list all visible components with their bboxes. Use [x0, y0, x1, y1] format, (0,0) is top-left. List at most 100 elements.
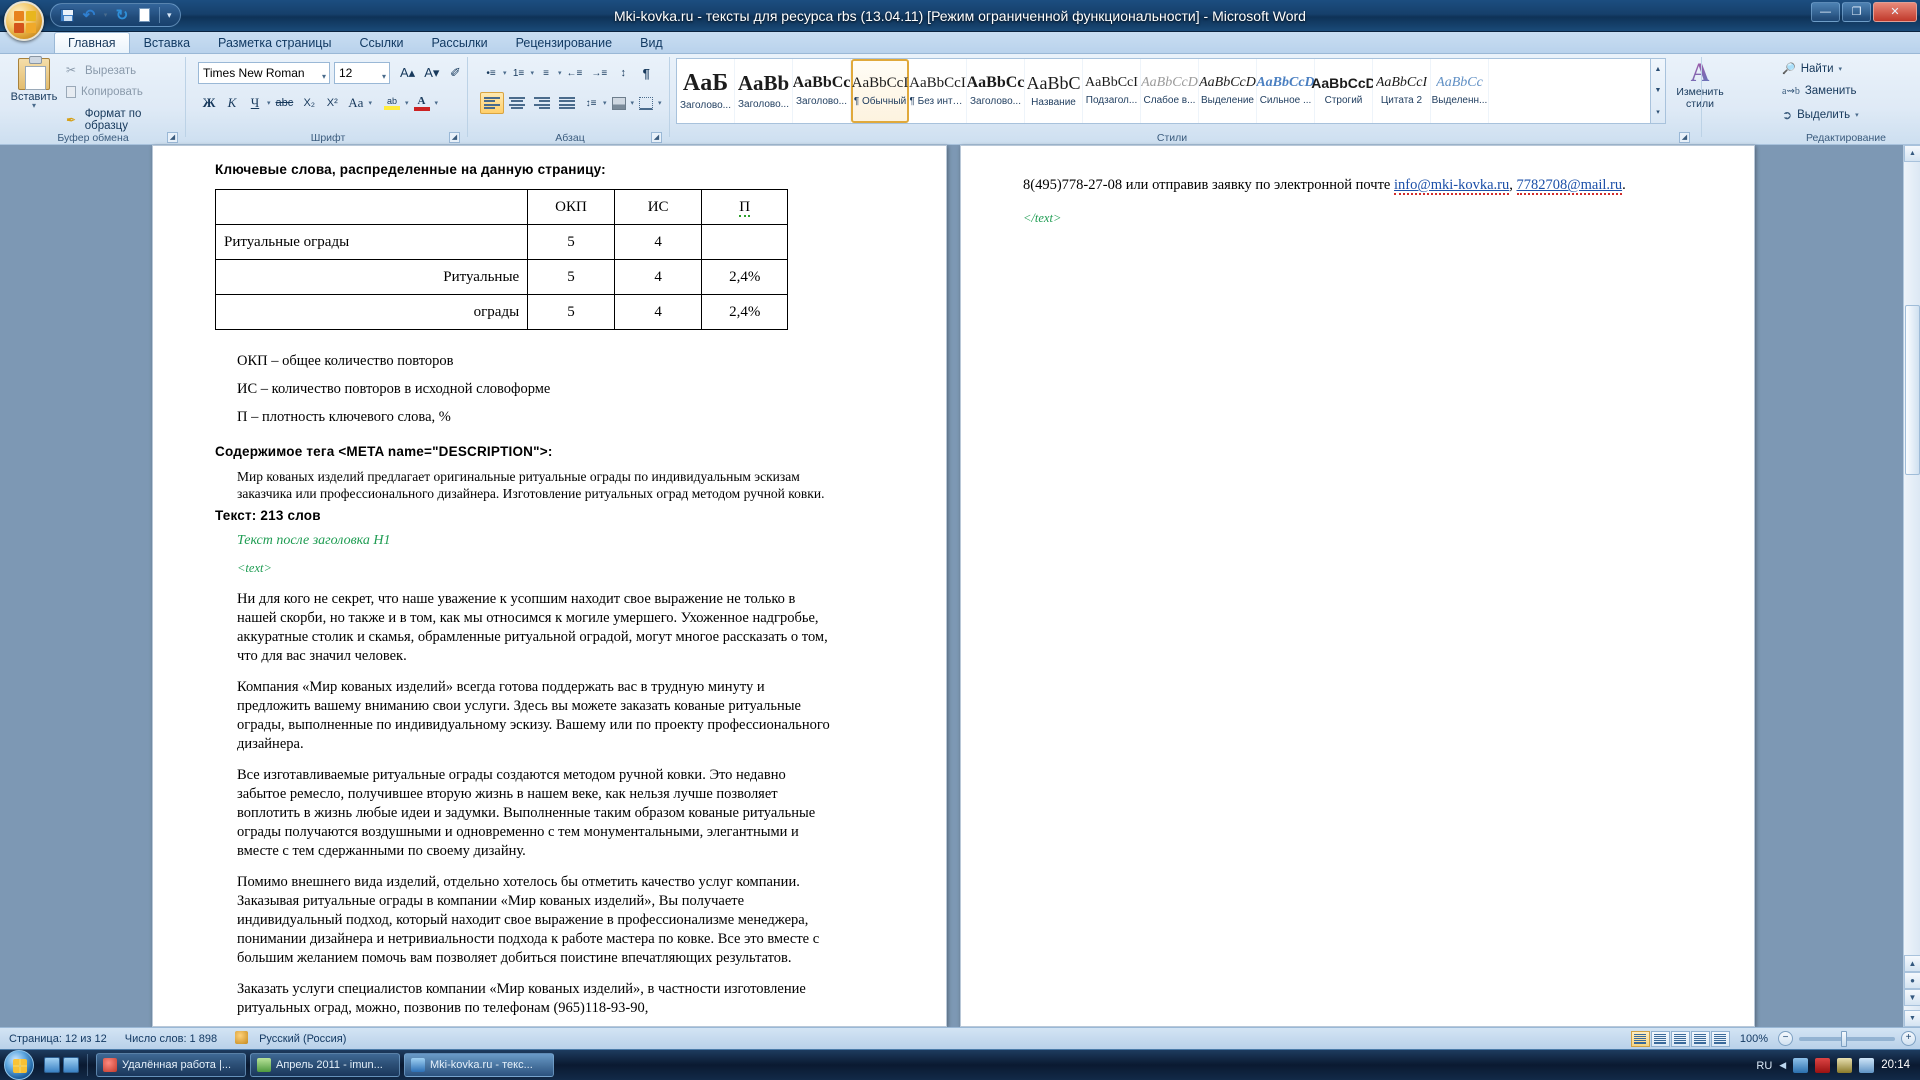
show-desktop-icon[interactable] — [44, 1057, 60, 1073]
keywords-table[interactable]: ОКП ИС П Ритуальные ограды 5 4 Ритуальны… — [215, 189, 788, 330]
gallery-scroll-up-icon[interactable]: ▲ — [1655, 66, 1662, 73]
line-spacing-button[interactable]: ↕≡ — [580, 92, 602, 114]
line-spacing-dropdown[interactable]: ▾ — [603, 99, 607, 107]
style-item[interactable]: AaBbCcDСтрогий — [1315, 59, 1373, 123]
numbering-dropdown[interactable]: ▾ — [531, 69, 535, 77]
align-left-button[interactable] — [480, 92, 504, 114]
start-button[interactable] — [4, 1050, 34, 1080]
new-document-button[interactable] — [134, 5, 154, 25]
status-language[interactable]: Русский (Россия) — [250, 1033, 355, 1045]
font-name-combobox[interactable]: Times New Roman ▾ — [198, 62, 330, 84]
style-item-normal[interactable]: AaBbCcI¶ Обычный — [851, 59, 909, 123]
decrease-indent-button[interactable]: ←≡ — [563, 62, 587, 84]
full-screen-reading-view-button[interactable] — [1651, 1031, 1670, 1047]
volume-icon[interactable] — [1859, 1058, 1874, 1073]
style-item[interactable]: AaБЗаголово... — [677, 59, 735, 123]
scroll-up-button[interactable]: ▲ — [1904, 145, 1920, 162]
tab-home[interactable]: Главная — [54, 32, 130, 53]
tab-page-layout[interactable]: Разметка страницы — [204, 32, 345, 53]
multilevel-dropdown[interactable]: ▾ — [558, 69, 562, 77]
zoom-slider[interactable] — [1799, 1037, 1895, 1041]
style-item[interactable]: AaBbCcDСлабое в... — [1141, 59, 1199, 123]
clipboard-dialog-launcher[interactable]: ◢ — [167, 132, 178, 143]
redo-button[interactable]: ↻ — [112, 5, 132, 25]
bullets-dropdown[interactable]: ▾ — [503, 69, 507, 77]
paragraph-dialog-launcher[interactable]: ◢ — [651, 132, 662, 143]
gallery-scroll-down-icon[interactable]: ▼ — [1655, 87, 1662, 94]
font-color-dropdown[interactable]: ▾ — [435, 99, 439, 107]
copy-button[interactable]: Копировать — [66, 86, 143, 98]
zoom-slider-thumb[interactable] — [1841, 1031, 1847, 1047]
styles-dialog-launcher[interactable]: ◢ — [1679, 132, 1690, 143]
document-page-2[interactable]: 8(495)778-27-08 или отправив заявку по э… — [960, 145, 1755, 1027]
style-item[interactable]: AaBbCcI¶ Без инте... — [909, 59, 967, 123]
style-item[interactable]: AaBbCcЗаголово... — [793, 59, 851, 123]
style-item[interactable]: AaBbCcIПодзагол... — [1083, 59, 1141, 123]
font-dialog-launcher[interactable]: ◢ — [449, 132, 460, 143]
undo-button[interactable]: ↶ — [79, 5, 99, 25]
save-button[interactable] — [57, 5, 77, 25]
style-item[interactable]: AaBbCcDВыделение — [1199, 59, 1257, 123]
text-highlight-button[interactable]: ab — [380, 92, 404, 114]
taskbar-button-april-2011[interactable]: Апрель 2011 - imun... — [250, 1053, 400, 1077]
find-button[interactable]: 🔎 Найти ▾ — [1782, 62, 1842, 75]
tab-references[interactable]: Ссылки — [345, 32, 417, 53]
taskbar-button-word[interactable]: Mki-kovka.ru - текс... — [404, 1053, 554, 1077]
gallery-expand-icon[interactable]: ▾ — [1656, 108, 1660, 116]
shrink-font-button[interactable]: A▾ — [420, 62, 443, 84]
tab-view[interactable]: Вид — [626, 32, 677, 53]
antivirus-icon[interactable] — [1837, 1058, 1852, 1073]
document-workspace[interactable]: Ключевые слова, распределенные на данную… — [0, 145, 1920, 1027]
superscript-button[interactable]: X² — [321, 92, 343, 114]
borders-button[interactable] — [635, 92, 657, 114]
style-item[interactable]: AaBbCcЗаголово... — [967, 59, 1025, 123]
grow-font-button[interactable]: A▴ — [396, 62, 419, 84]
print-layout-view-button[interactable] — [1631, 1031, 1650, 1047]
paste-button[interactable]: Вставить ▾ — [8, 58, 60, 110]
status-page-indicator[interactable]: Страница: 12 из 12 — [0, 1033, 116, 1045]
shading-dropdown[interactable]: ▾ — [631, 99, 635, 107]
select-browse-object-button[interactable]: ● — [1904, 972, 1920, 989]
style-item[interactable]: AaBbCНазвание — [1025, 59, 1083, 123]
italic-button[interactable]: К — [221, 92, 243, 114]
change-styles-button[interactable]: A Изменить стили — [1672, 60, 1728, 110]
status-word-count[interactable]: Число слов: 1 898 — [116, 1033, 226, 1045]
draft-view-button[interactable] — [1711, 1031, 1730, 1047]
change-case-dropdown[interactable]: ▾ — [368, 99, 372, 107]
align-center-button[interactable] — [505, 92, 529, 114]
align-right-button[interactable] — [530, 92, 554, 114]
document-page-1[interactable]: Ключевые слова, распределенные на данную… — [152, 145, 947, 1027]
scroll-down-button[interactable]: ▼ — [1904, 1010, 1920, 1027]
style-item[interactable]: AaBbЗаголово... — [735, 59, 793, 123]
style-item[interactable]: AaBbCcIЦитата 2 — [1373, 59, 1431, 123]
show-formatting-marks-button[interactable]: ¶ — [635, 62, 657, 84]
font-color-button[interactable]: A — [410, 92, 434, 114]
zoom-out-button[interactable]: − — [1778, 1031, 1793, 1046]
minimize-button[interactable]: — — [1811, 2, 1840, 22]
tray-expand-icon[interactable]: ◀ — [1779, 1060, 1786, 1071]
style-item[interactable]: AaBbCcDСильное ... — [1257, 59, 1315, 123]
tab-review[interactable]: Рецензирование — [502, 32, 627, 53]
clear-formatting-button[interactable]: ✐ — [444, 62, 466, 84]
cut-button[interactable]: Вырезать — [66, 64, 136, 78]
taskbar-button-remote-work[interactable]: Удалённая работа |... — [96, 1053, 246, 1077]
tab-mailings[interactable]: Рассылки — [417, 32, 501, 53]
styles-gallery[interactable]: AaБЗаголово... AaBbЗаголово... AaBbCcЗаг… — [676, 58, 1651, 124]
language-bar-icon[interactable] — [1815, 1058, 1830, 1073]
underline-button[interactable]: Ч — [244, 92, 266, 114]
next-page-button[interactable]: ▼ — [1904, 989, 1920, 1006]
zoom-level-label[interactable]: 100% — [1736, 1033, 1772, 1045]
strikethrough-button[interactable]: abc — [272, 92, 298, 114]
language-indicator[interactable]: RU — [1756, 1060, 1772, 1072]
scrollbar-thumb[interactable] — [1905, 305, 1920, 475]
proofing-status-icon[interactable] — [226, 1031, 250, 1047]
styles-gallery-nav[interactable]: ▲ ▼ ▾ — [1651, 58, 1666, 124]
format-painter-button[interactable]: ✒ Формат по образцу — [66, 108, 186, 132]
multilevel-list-button[interactable]: ≡ — [535, 62, 557, 84]
bold-button[interactable]: Ж — [198, 92, 220, 114]
network-icon[interactable] — [1793, 1058, 1808, 1073]
font-size-combobox[interactable]: 12 ▾ — [334, 62, 390, 84]
switch-windows-icon[interactable] — [63, 1057, 79, 1073]
select-dropdown[interactable]: ▾ — [1855, 111, 1859, 119]
align-justify-button[interactable] — [555, 92, 579, 114]
